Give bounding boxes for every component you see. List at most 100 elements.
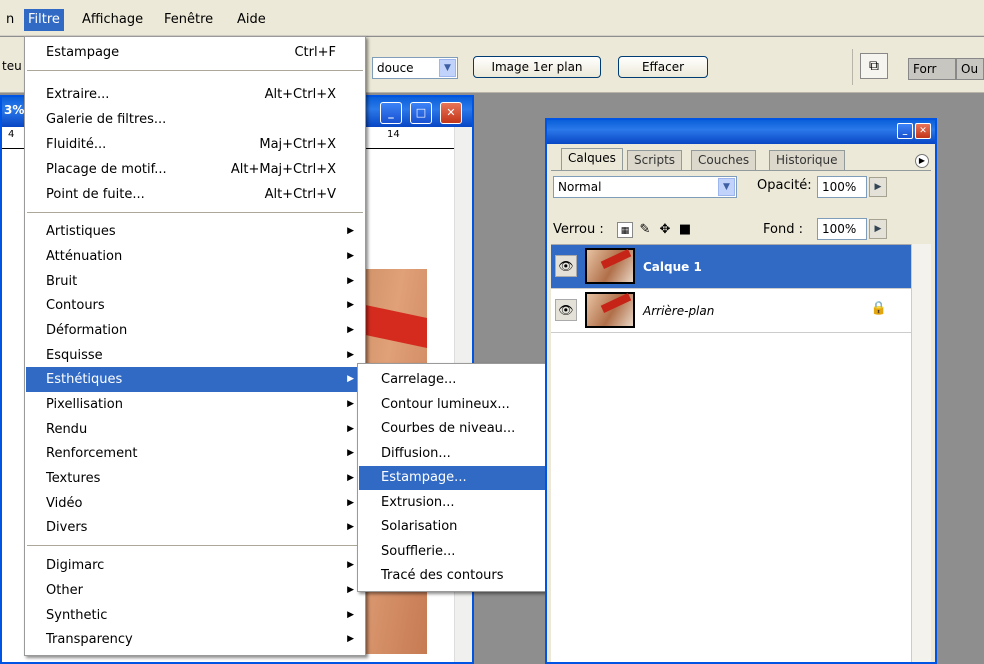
submenu-item-courbes-de-niveau[interactable]: Courbes de niveau... (359, 417, 549, 441)
submenu-item-carrelage[interactable]: Carrelage... (359, 368, 549, 392)
tab-scripts[interactable]: Scripts (627, 150, 683, 170)
menu-item-bruit[interactable]: Bruit ▶ (26, 269, 364, 294)
menu-item-label: Point de fuite... (46, 187, 145, 202)
menu-item-label: Bruit (46, 274, 78, 289)
palette-tab-form[interactable]: Forr (908, 58, 956, 80)
menu-item-renforcement[interactable]: Renforcement ▶ (26, 441, 364, 466)
submenu-arrow-icon: ▶ (347, 498, 354, 508)
eye-icon[interactable]: 👁 (555, 299, 577, 321)
ruler-label-left: 4 (8, 129, 15, 140)
lock-position-icon[interactable]: ✥ (657, 222, 673, 238)
menu-item-label: Synthetic (46, 608, 108, 623)
menu-item-extraire[interactable]: Extraire... Alt+Ctrl+X (26, 82, 364, 107)
maximize-icon[interactable]: □ (410, 102, 432, 124)
menu-item-shortcut: Alt+Ctrl+X (264, 87, 336, 102)
fill-slider-toggle-icon[interactable]: ▶ (869, 219, 887, 239)
panel-menu-icon[interactable]: ▶ (915, 154, 929, 168)
submenu-arrow-icon: ▶ (347, 276, 354, 286)
layer-list-scrollbar[interactable] (911, 244, 931, 662)
blend-mode-select[interactable]: Normal ▼ (553, 176, 737, 198)
menu-item-other[interactable]: Other ▶ (26, 578, 364, 603)
menu-item-esquisse[interactable]: Esquisse ▶ (26, 343, 364, 368)
menu-item-fluidite[interactable]: Fluidité... Maj+Ctrl+X (26, 132, 364, 157)
menu-item-label: Placage de motif... (46, 162, 167, 177)
chevron-down-icon[interactable]: ▼ (718, 178, 735, 196)
submenu-arrow-icon: ▶ (347, 473, 354, 483)
menu-fenetre[interactable]: Fenêtre (164, 9, 213, 31)
submenu-arrow-icon: ▶ (347, 374, 354, 384)
menu-item-synthetic[interactable]: Synthetic ▶ (26, 603, 364, 628)
blend-mode-combo[interactable]: douce ▼ (372, 57, 458, 79)
menu-item-galerie[interactable]: Galerie de filtres... (26, 107, 364, 132)
menu-filtre[interactable]: Filtre (24, 9, 64, 31)
foreground-image-button[interactable]: Image 1er plan (473, 56, 601, 78)
submenu-arrow-icon: ▶ (347, 350, 354, 360)
lock-transparency-icon[interactable]: ▦ (617, 222, 633, 238)
lock-all-icon[interactable]: ■ (677, 222, 693, 238)
submenu-item-estampage[interactable]: Estampage... (359, 466, 549, 490)
menu-item-textures[interactable]: Textures ▶ (26, 466, 364, 491)
menu-item-transparency[interactable]: Transparency ▶ (26, 627, 364, 652)
menu-item-esthetiques[interactable]: Esthétiques ▶ (26, 367, 364, 392)
layers-panel-titlebar[interactable]: _ ✕ (547, 120, 935, 144)
submenu-item-trace-des-contours[interactable]: Tracé des contours (359, 564, 549, 588)
menu-item-label: Déformation (46, 323, 128, 338)
fill-input[interactable]: 100% (817, 218, 867, 240)
close-icon[interactable]: ✕ (440, 102, 462, 124)
menu-aide[interactable]: Aide (237, 9, 266, 31)
menu-separator (27, 212, 363, 213)
submenu-arrow-icon: ▶ (347, 448, 354, 458)
menu-item-label: Extraire... (46, 87, 110, 102)
menu-item-label: Artistiques (46, 224, 116, 239)
opacity-input[interactable]: 100% (817, 176, 867, 198)
menu-item-pixellisation[interactable]: Pixellisation ▶ (26, 392, 364, 417)
menu-item-point-de-fuite[interactable]: Point de fuite... Alt+Ctrl+V (26, 182, 364, 207)
menu-item-label: Esthétiques (46, 372, 123, 387)
menu-separator (27, 545, 363, 546)
submenu-arrow-icon: ▶ (347, 634, 354, 644)
submenu-item-extrusion[interactable]: Extrusion... (359, 491, 549, 515)
palette-well-icon[interactable]: ⧉ (860, 53, 888, 79)
minimize-icon[interactable]: _ (897, 123, 913, 139)
menu-cut-item[interactable]: n (6, 9, 14, 31)
menu-item-deformation[interactable]: Déformation ▶ (26, 318, 364, 343)
tab-calques[interactable]: Calques (561, 148, 623, 170)
submenu-item-diffusion[interactable]: Diffusion... (359, 442, 549, 466)
menu-item-contours[interactable]: Contours ▶ (26, 293, 364, 318)
eye-icon[interactable]: 👁 (555, 255, 577, 277)
menu-item-video[interactable]: Vidéo ▶ (26, 491, 364, 516)
menu-affichage[interactable]: Affichage (82, 9, 143, 31)
minimize-icon[interactable]: _ (380, 102, 402, 124)
submenu-arrow-icon: ▶ (347, 226, 354, 236)
menu-item-artistiques[interactable]: Artistiques ▶ (26, 219, 364, 244)
menu-item-rendu[interactable]: Rendu ▶ (26, 417, 364, 442)
layer-row-arriere-plan[interactable]: 👁 Arrière-plan 🔒 (551, 289, 911, 333)
submenu-arrow-icon: ▶ (347, 300, 354, 310)
opacity-slider-toggle-icon[interactable]: ▶ (869, 177, 887, 197)
filter-menu: Estampage Ctrl+F Extraire... Alt+Ctrl+X … (24, 36, 366, 656)
submenu-item-soufflerie[interactable]: Soufflerie... (359, 540, 549, 564)
menu-item-label: Pixellisation (46, 397, 123, 412)
menu-item-placage[interactable]: Placage de motif... Alt+Maj+Ctrl+X (26, 157, 364, 182)
menu-separator (27, 70, 363, 71)
menu-item-digimarc[interactable]: Digimarc ▶ (26, 553, 364, 578)
clear-button[interactable]: Effacer (618, 56, 708, 78)
tab-historique[interactable]: Historique (769, 150, 845, 170)
menu-item-shortcut: Alt+Maj+Ctrl+X (230, 162, 336, 177)
palette-tab-ou[interactable]: Ou (956, 58, 984, 80)
menu-item-label: Vidéo (46, 496, 83, 511)
menu-item-label: Atténuation (46, 249, 123, 264)
lock-pixels-icon[interactable]: ✎ (637, 222, 653, 238)
menu-item-divers[interactable]: Divers ▶ (26, 515, 364, 540)
chevron-down-icon[interactable]: ▼ (439, 59, 456, 77)
menu-item-last-filter[interactable]: Estampage Ctrl+F (26, 40, 364, 65)
layer-row-calque-1[interactable]: 👁 Calque 1 (551, 245, 911, 289)
tab-couches[interactable]: Couches (691, 150, 757, 170)
menu-item-attenuation[interactable]: Atténuation ▶ (26, 244, 364, 269)
layer-list: 👁 Calque 1 👁 Arrière-plan 🔒 (551, 244, 911, 662)
submenu-item-solarisation[interactable]: Solarisation (359, 515, 549, 539)
menu-item-shortcut: Maj+Ctrl+X (259, 137, 336, 152)
close-icon[interactable]: ✕ (915, 123, 931, 139)
submenu-item-contour-lumineux[interactable]: Contour lumineux... (359, 393, 549, 417)
blend-mode-value: Normal (558, 180, 602, 194)
